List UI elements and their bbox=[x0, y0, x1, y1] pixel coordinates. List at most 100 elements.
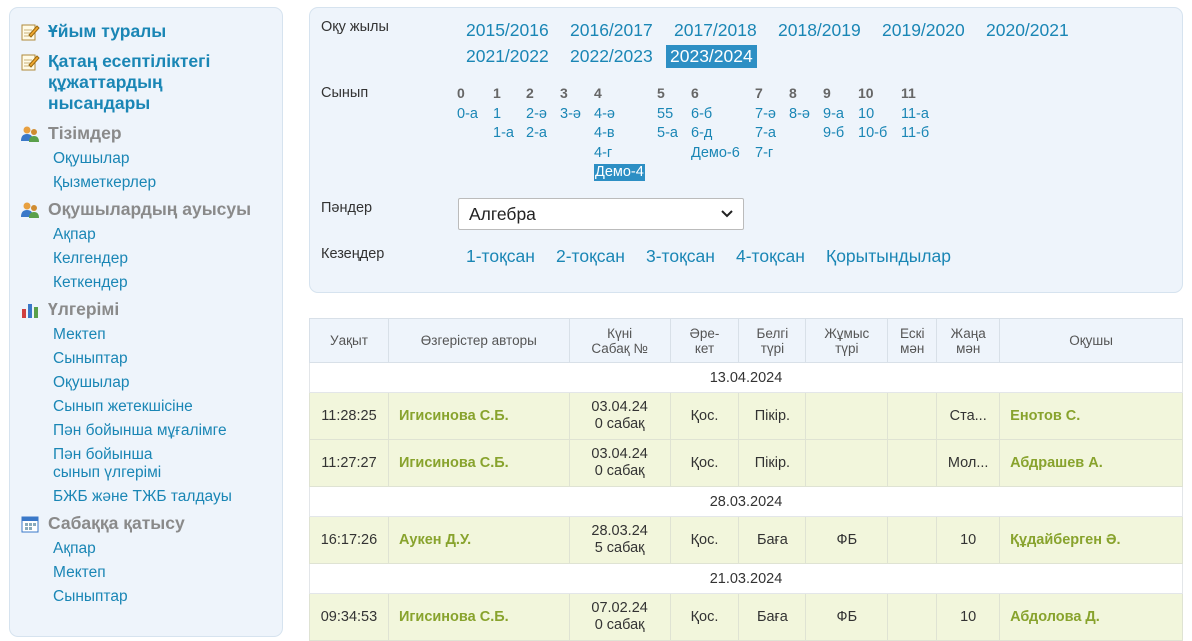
subject-class-line-1: Пән бойынша bbox=[53, 446, 153, 463]
sidebar-item-transfer-info[interactable]: Ақпар bbox=[10, 226, 282, 244]
year-link[interactable]: 2015/2016 bbox=[462, 19, 553, 42]
cell-student[interactable]: Құдайберген Ә. bbox=[999, 516, 1183, 564]
class-link[interactable]: 11-а bbox=[901, 106, 929, 123]
year-link[interactable]: 2016/2017 bbox=[566, 19, 657, 42]
class-link[interactable]: 0-а bbox=[457, 106, 478, 123]
sidebar-item-school[interactable]: Мектеп bbox=[10, 326, 282, 344]
class-label: Сынып bbox=[321, 85, 369, 101]
class-link[interactable]: 5-а bbox=[657, 125, 678, 142]
sidebar-item-students[interactable]: Оқушылар bbox=[10, 150, 282, 168]
class-link[interactable]: 3-ә bbox=[560, 106, 581, 123]
sidebar-item-arrived[interactable]: Келгендер bbox=[10, 250, 282, 268]
year-link[interactable]: 2019/2020 bbox=[878, 19, 969, 42]
col-date-lesson: Күні Сабақ № bbox=[568, 318, 671, 363]
cell-student[interactable]: Абдолова Д. bbox=[999, 593, 1183, 641]
group-date: 28.03.2024 bbox=[309, 486, 1183, 517]
class-link[interactable]: 9-а bbox=[823, 106, 844, 123]
class-link[interactable]: 1 bbox=[493, 106, 501, 123]
class-link[interactable]: 1-а bbox=[493, 125, 514, 142]
sidebar-item-attendance-info[interactable]: Ақпар bbox=[10, 540, 282, 558]
section-title: Үлгерімі bbox=[48, 299, 120, 319]
class-link[interactable]: 7-а bbox=[755, 125, 776, 142]
notepad-pencil-icon bbox=[21, 24, 40, 41]
cell-author[interactable]: Аукен Д.У. bbox=[387, 516, 570, 564]
sidebar-item-subject-teacher[interactable]: Пән бойынша мұғалімге bbox=[10, 422, 282, 440]
col-author: Өзгерістер авторы bbox=[387, 318, 570, 363]
cell-work-type: ФБ bbox=[805, 516, 889, 564]
class-link[interactable]: Демо-6 bbox=[691, 145, 740, 162]
sidebar-item-attendance-school[interactable]: Мектеп bbox=[10, 564, 282, 582]
period-link-final[interactable]: Қорытындылар bbox=[826, 246, 951, 267]
class-link[interactable]: 10-б bbox=[858, 125, 887, 142]
cell-author[interactable]: Игисинова С.Б. bbox=[387, 593, 570, 641]
year-link-selected[interactable]: 2023/2024 bbox=[666, 45, 757, 68]
cell-old-value bbox=[887, 392, 938, 440]
cell-time: 09:34:53 bbox=[309, 593, 389, 641]
notepad-pencil-icon bbox=[21, 54, 40, 71]
chevron-down-icon bbox=[721, 210, 733, 218]
sidebar-strict-docs-label: Қатаң есептіліктегі құжаттардың нысандар… bbox=[48, 51, 210, 114]
sidebar-item-classes[interactable]: Сыныптар bbox=[10, 350, 282, 368]
grade-header: 11 bbox=[901, 85, 916, 101]
class-link[interactable]: 11-б bbox=[901, 125, 929, 142]
cell-student[interactable]: Абдрашев А. bbox=[999, 439, 1183, 487]
period-link-q3[interactable]: 3-тоқсан bbox=[646, 246, 715, 267]
sidebar-about-label: Ұйым туралы bbox=[48, 21, 167, 41]
class-link[interactable]: 9-б bbox=[823, 125, 844, 142]
grade-header: 10 bbox=[858, 85, 874, 101]
bar-chart-icon bbox=[22, 304, 38, 318]
class-link[interactable]: 8-ә bbox=[789, 106, 810, 123]
table-row: 11:27:27 Игисинова С.Б. 03.04.24 0 сабақ … bbox=[309, 439, 1183, 487]
sidebar-item-progress-students[interactable]: Оқушылар bbox=[10, 374, 282, 392]
col-time: Уақыт bbox=[309, 318, 389, 363]
year-label: Оқу жылы bbox=[321, 19, 389, 35]
class-link[interactable]: 4-ә bbox=[594, 106, 615, 123]
year-link[interactable]: 2021/2022 bbox=[462, 45, 553, 68]
class-link-selected[interactable]: Демо-4 bbox=[594, 164, 645, 181]
sidebar-section-lists: Тізімдер bbox=[10, 123, 282, 144]
cell-date-lesson: 28.03.24 5 сабақ bbox=[568, 516, 671, 564]
users-icon bbox=[21, 126, 39, 142]
period-link-q4[interactable]: 4-тоқсан bbox=[736, 246, 805, 267]
sidebar-item-subject-class-progress[interactable]: Пән бойынша сынып үлгерімі bbox=[10, 446, 282, 482]
sidebar-strict-docs-link[interactable]: Қатаң есептіліктегі құжаттардың нысандар… bbox=[10, 51, 282, 114]
class-link[interactable]: 4-г bbox=[594, 145, 612, 162]
cell-mark-type: Пікір. bbox=[738, 392, 807, 440]
class-link[interactable]: 2-а bbox=[526, 125, 547, 142]
class-link[interactable]: 2-ә bbox=[526, 106, 547, 123]
cell-author[interactable]: Игисинова С.Б. bbox=[387, 439, 570, 487]
section-title: Оқушылардың ауысуы bbox=[48, 199, 252, 219]
subject-select[interactable]: Алгебра bbox=[458, 198, 744, 230]
class-link[interactable]: 10 bbox=[858, 106, 874, 123]
period-link-q1[interactable]: 1-тоқсан bbox=[466, 246, 535, 267]
sidebar-section-progress: Үлгерімі bbox=[10, 299, 282, 320]
year-link[interactable]: 2020/2021 bbox=[982, 19, 1073, 42]
section-title: Сабаққа қатысу bbox=[48, 513, 185, 533]
cell-date-lesson: 03.04.24 0 сабақ bbox=[568, 392, 671, 440]
year-link[interactable]: 2017/2018 bbox=[670, 19, 761, 42]
cell-old-value bbox=[887, 516, 938, 564]
sidebar-item-staff[interactable]: Қызметкерлер bbox=[10, 174, 282, 192]
cell-action: Қос. bbox=[669, 392, 740, 440]
sidebar-item-attendance-classes[interactable]: Сыныптар bbox=[10, 588, 282, 606]
cell-work-type bbox=[805, 439, 889, 487]
sidebar-item-bzb-analysis[interactable]: БЖБ және ТЖБ талдауы bbox=[10, 488, 282, 506]
period-link-q2[interactable]: 2-тоқсан bbox=[556, 246, 625, 267]
col-new-value: Жаңа мән bbox=[936, 318, 1001, 363]
class-link[interactable]: 4-в bbox=[594, 125, 615, 142]
cell-student[interactable]: Енотов С. bbox=[999, 392, 1183, 440]
class-link[interactable]: 55 bbox=[657, 106, 673, 123]
sidebar-item-class-teacher[interactable]: Сынып жетекшісіне bbox=[10, 398, 282, 416]
class-link[interactable]: 6-д bbox=[691, 125, 712, 142]
sidebar-about-link[interactable]: Ұйым туралы bbox=[10, 21, 282, 42]
grade-header: 1 bbox=[493, 85, 501, 101]
cell-date-lesson: 07.02.24 0 сабақ bbox=[568, 593, 671, 641]
sidebar-item-left[interactable]: Кеткендер bbox=[10, 274, 282, 292]
year-link[interactable]: 2018/2019 bbox=[774, 19, 865, 42]
year-link[interactable]: 2022/2023 bbox=[566, 45, 657, 68]
cell-author[interactable]: Игисинова С.Б. bbox=[387, 392, 570, 440]
grade-header: 2 bbox=[526, 85, 534, 101]
class-link[interactable]: 7-ә bbox=[755, 106, 776, 123]
class-link[interactable]: 6-б bbox=[691, 106, 712, 123]
class-link[interactable]: 7-г bbox=[755, 145, 773, 162]
